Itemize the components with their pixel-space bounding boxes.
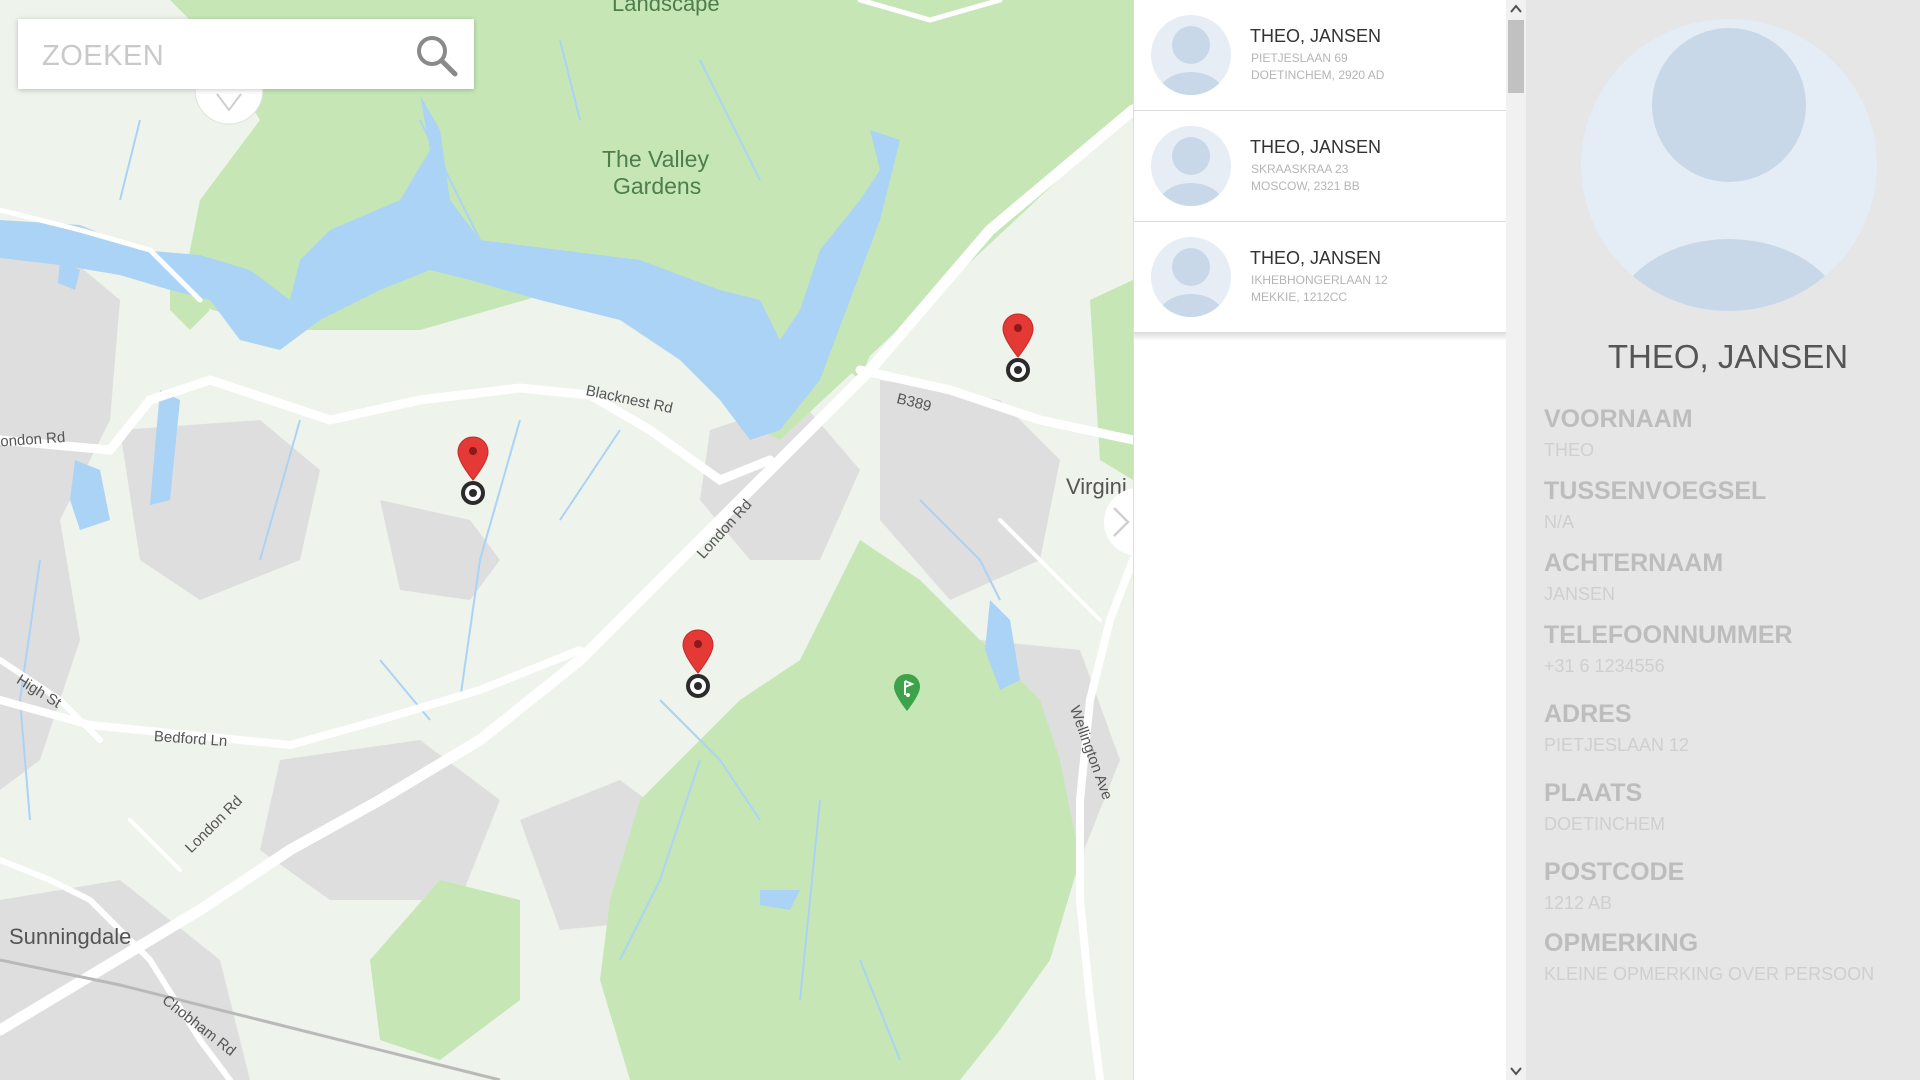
field-label-opmerking: OPMERKING [1544, 929, 1699, 957]
list-item[interactable]: THEO, JANSEN PIETJESLAAN 69 DOETINCHEM, … [1134, 0, 1506, 111]
field-value-tussenvoegsel: N/A [1544, 512, 1575, 532]
search-icon[interactable] [413, 32, 459, 78]
field-label-achternaam: ACHTERNAAM [1544, 549, 1724, 577]
app-root: Landscape The Valley Gardens Virgini Sun… [0, 0, 1920, 1080]
field-label-telefoonnummer: TELEFOONNUMMER [1544, 621, 1793, 649]
list-item[interactable]: THEO, JANSEN IKHEBHONGERLAAN 12 MEKKIE, … [1134, 222, 1506, 333]
detail-name: THEO, JANSEN [1607, 338, 1849, 375]
contact-address: SKRAASKRAA 23 [1251, 162, 1349, 176]
map-label-valley-gardens-2: Gardens [613, 173, 702, 199]
map-marker-icon[interactable] [1001, 312, 1035, 386]
field-value-adres: PIETJESLAAN 12 [1544, 735, 1690, 755]
field-value-voornaam: THEO [1544, 440, 1595, 460]
map-marker-icon[interactable] [456, 435, 490, 509]
contact-address: PIETJESLAAN 69 [1251, 51, 1348, 65]
map-label-landscape: Landscape [612, 0, 720, 16]
field-value-plaats: DOETINCHEM [1544, 814, 1665, 834]
field-value-achternaam: JANSEN [1544, 584, 1616, 604]
scroll-down-arrow-icon[interactable] [1506, 1062, 1526, 1080]
field-label-tussenvoegsel: TUSSENVOEGSEL [1544, 477, 1767, 505]
field-value-postcode: 1212 AB [1544, 893, 1613, 913]
user-placeholder-icon [1158, 137, 1224, 206]
user-placeholder-icon [1612, 28, 1846, 311]
list-item[interactable]: THEO, JANSEN SKRAASKRAA 23 MOSCOW, 2321 … [1134, 111, 1506, 222]
contact-address: IKHEBHONGERLAAN 12 [1251, 273, 1388, 287]
map-label-valley-gardens-1: The Valley [602, 146, 709, 172]
contact-city: DOETINCHEM, 2920 AD [1251, 68, 1385, 82]
map-view[interactable]: Landscape The Valley Gardens Virgini Sun… [0, 0, 1133, 1080]
avatar [1581, 19, 1877, 311]
contact-city: MEKKIE, 1212CC [1251, 290, 1348, 304]
list-divider-shadow [1134, 333, 1507, 341]
contact-name: THEO, JANSEN [1250, 137, 1382, 157]
map-marker-icon[interactable] [681, 628, 715, 702]
chevron-right-icon[interactable] [1098, 488, 1133, 556]
contact-city: MOSCOW, 2321 BB [1251, 179, 1360, 193]
field-label-voornaam: VOORNAAM [1544, 405, 1693, 433]
list-scrollbar[interactable] [1506, 0, 1526, 1080]
user-placeholder-icon [1158, 26, 1224, 95]
map-label-sunningdale: Sunningdale [9, 924, 132, 949]
scrollbar-thumb[interactable] [1508, 20, 1524, 93]
contact-detail-panel: THEO, JANSEN VOORNAAM THEO TUSSENVOEGSEL… [1526, 0, 1920, 1080]
avatar [1151, 237, 1231, 317]
field-label-plaats: PLAATS [1544, 779, 1643, 807]
contact-name: THEO, JANSEN [1250, 248, 1382, 268]
contact-list: THEO, JANSEN PIETJESLAAN 69 DOETINCHEM, … [1133, 0, 1507, 1080]
search-input[interactable] [40, 35, 394, 77]
scroll-up-arrow-icon[interactable] [1506, 0, 1526, 18]
field-label-postcode: POSTCODE [1544, 858, 1685, 886]
avatar [1151, 126, 1231, 206]
field-value-opmerking: KLEINE OPMERKING OVER PERSOON [1544, 964, 1875, 984]
avatar [1151, 15, 1231, 95]
user-placeholder-icon [1158, 248, 1224, 317]
search-box [18, 19, 474, 89]
golf-course-icon[interactable] [893, 673, 921, 713]
field-value-telefoonnummer: +31 6 1234556 [1544, 656, 1665, 676]
map-tiles [0, 0, 1133, 1080]
contact-name: THEO, JANSEN [1250, 26, 1382, 46]
field-label-adres: ADRES [1544, 700, 1632, 728]
